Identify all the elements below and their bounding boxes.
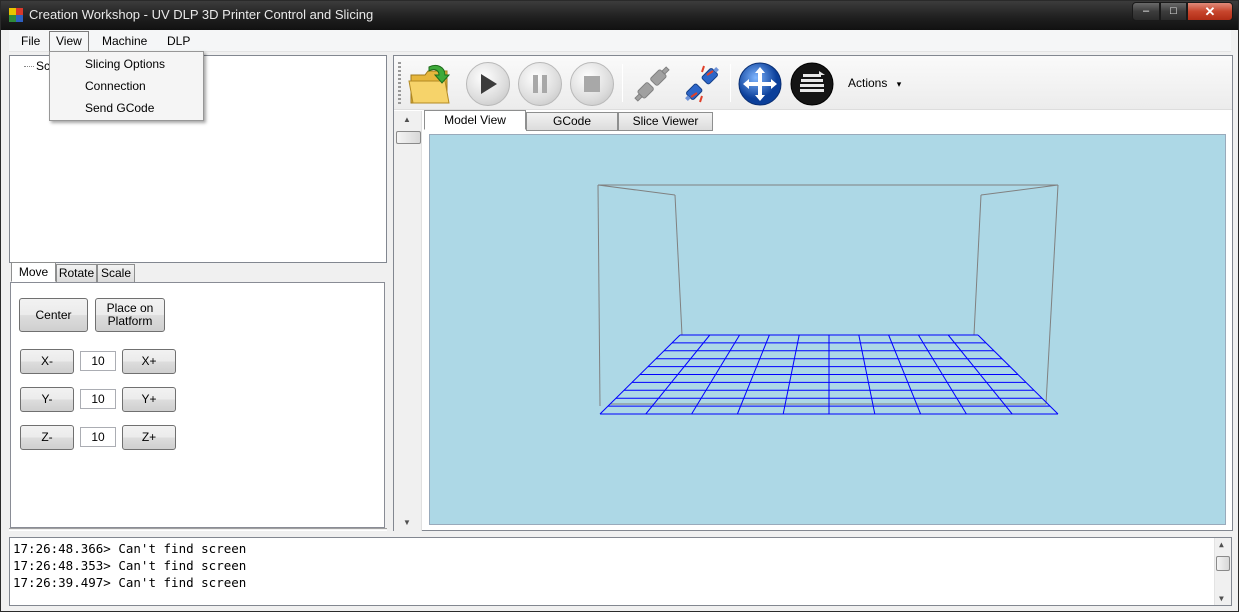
log-line: 17:26:48.353> Can't find screen [13,558,247,573]
y-plus-button[interactable]: Y+ [122,387,176,412]
tab-scale[interactable]: Scale [97,264,135,283]
toolbar-grip[interactable] [398,62,401,104]
volume-edge [973,194,982,336]
maximize-button[interactable]: □ [1160,2,1187,21]
scroll-up-icon[interactable]: ▲ [1219,540,1224,549]
build-volume-scene [597,184,1059,415]
move-view-icon[interactable] [736,60,784,108]
menu-view[interactable]: View [49,31,89,51]
slice-icon[interactable] [788,60,836,108]
scroll-down-icon[interactable]: ▼ [1219,594,1224,603]
move-panel: Center Place on Platform X- 10 X+ Y- 10 … [10,282,385,528]
y-minus-button[interactable]: Y- [20,387,74,412]
actions-label: Actions [848,76,888,90]
tab-slice-viewer[interactable]: Slice Viewer [618,112,713,131]
scroll-down-icon[interactable]: ▼ [403,518,411,527]
log-line: 17:26:48.366> Can't find screen [13,541,247,556]
left-splitter[interactable] [9,528,387,531]
x-step-input[interactable]: 10 [80,351,116,371]
menu-dlp[interactable]: DLP [161,31,196,51]
model-3d-viewport[interactable] [429,134,1226,525]
actions-dropdown[interactable]: Actions ▾ [848,76,901,90]
center-button[interactable]: Center [19,298,88,332]
volume-edge [980,184,1059,196]
scroll-up-icon[interactable]: ▲ [403,115,411,124]
stop-icon[interactable] [568,60,616,108]
toolbar-separator-2 [730,64,731,102]
pause-icon[interactable] [516,60,564,108]
app-icon [9,8,23,22]
play-icon[interactable] [464,60,512,108]
viewport-vertical-scrollbar[interactable]: ▲ ▼ [394,111,422,531]
tab-model-view[interactable]: Model View [424,110,526,130]
main-toolbar: Actions ▾ [394,56,1232,110]
menu-item-connection[interactable]: Connection [85,76,146,96]
tab-move[interactable]: Move [11,262,56,282]
x-plus-button[interactable]: X+ [122,349,176,374]
volume-edge [597,184,601,407]
z-step-input[interactable]: 10 [80,427,116,447]
window-title: Creation Workshop - UV DLP 3D Printer Co… [29,7,374,22]
disconnect-icon[interactable] [628,60,676,108]
menu-bar: File View Machine DLP [9,30,1231,52]
place-on-platform-button[interactable]: Place on Platform [95,298,165,332]
log-output[interactable]: 17:26:48.366> Can't find screen 17:26:48… [9,537,1232,606]
right-panel: Actions ▾ ▲ ▼ Model View GCode Slice Vie… [393,55,1233,531]
transform-tabs: Move Rotate Scale [9,262,387,284]
tab-gcode[interactable]: GCode [526,112,618,131]
log-scrollbar[interactable]: ▲ ▼ [1214,538,1231,605]
x-minus-button[interactable]: X- [20,349,74,374]
main-window: Creation Workshop - UV DLP 3D Printer Co… [0,0,1239,612]
volume-edge [1045,184,1059,405]
menu-item-slicing-options[interactable]: Slicing Options [85,54,165,74]
tree-node-scene[interactable]: Sc [36,59,50,73]
log-line: 17:26:39.497> Can't find screen [13,575,247,590]
close-button[interactable]: ✕ [1187,2,1233,21]
tab-rotate[interactable]: Rotate [56,264,97,283]
view-tabs: Model View GCode Slice Viewer [424,110,1224,132]
volume-edge [597,184,676,196]
chevron-down-icon: ▾ [896,79,902,89]
place-label-line2: Platform [107,314,153,328]
z-plus-button[interactable]: Z+ [122,425,176,450]
tree-connector [24,66,34,67]
volume-edge [674,194,683,336]
scrollbar-thumb[interactable] [396,131,421,144]
open-folder-icon[interactable] [406,60,454,108]
connect-icon[interactable] [678,60,726,108]
title-bar[interactable]: Creation Workshop - UV DLP 3D Printer Co… [1,1,1238,30]
toolbar-separator [622,64,623,102]
minimize-button[interactable]: – [1132,2,1160,21]
y-step-input[interactable]: 10 [80,389,116,409]
menu-file[interactable]: File [15,31,46,51]
menu-machine[interactable]: Machine [96,31,153,51]
log-scrollbar-thumb[interactable] [1216,556,1230,571]
center-button-label: Center [35,307,72,322]
z-minus-button[interactable]: Z- [20,425,74,450]
menu-item-send-gcode[interactable]: Send GCode [85,98,154,118]
view-menu-dropdown: Slicing Options Connection Send GCode [49,51,204,121]
